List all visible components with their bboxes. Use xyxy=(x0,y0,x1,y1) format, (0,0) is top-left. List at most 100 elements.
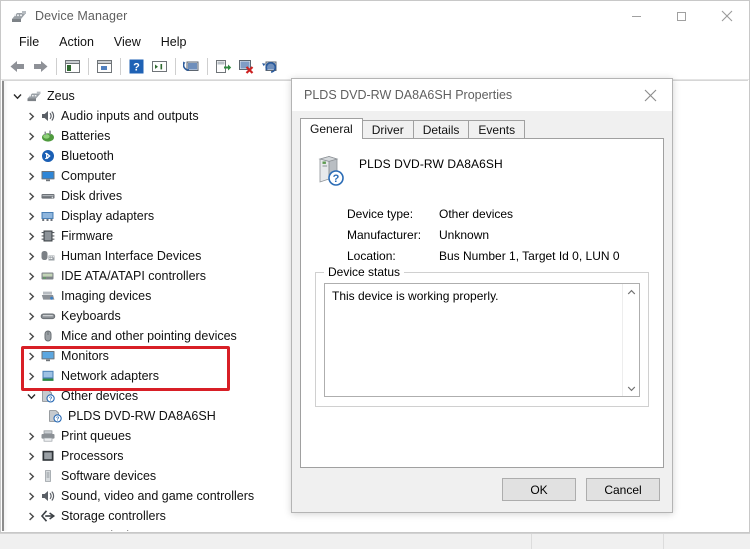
menu-view[interactable]: View xyxy=(105,33,150,51)
tab-events[interactable]: Events xyxy=(468,120,526,139)
toolbar-separator xyxy=(56,57,57,75)
tree-item-label: Batteries xyxy=(61,129,111,143)
toolbar-separator xyxy=(120,57,121,75)
chevron-right-icon[interactable] xyxy=(24,446,39,466)
chevron-right-icon[interactable] xyxy=(24,346,39,366)
device-type-value: Other devices xyxy=(439,206,514,221)
device-status-legend: Device status xyxy=(324,265,405,279)
chevron-down-icon[interactable] xyxy=(623,380,639,396)
storage-controller-icon xyxy=(39,506,57,526)
chevron-right-icon[interactable] xyxy=(24,126,39,146)
tab-driver[interactable]: Driver xyxy=(361,120,414,139)
dialog-close-button[interactable] xyxy=(628,79,672,111)
location-value: Bus Number 1, Target Id 0, LUN 0 xyxy=(439,248,620,263)
unknown-device-icon: ? xyxy=(39,386,57,406)
chevron-right-icon[interactable] xyxy=(24,366,39,386)
chevron-right-icon[interactable] xyxy=(24,106,39,126)
ok-button[interactable]: OK xyxy=(502,478,576,501)
tree-item-label: Keyboards xyxy=(61,309,121,323)
dialog-title: PLDS DVD-RW DA8A6SH Properties xyxy=(304,88,513,102)
computer-icon xyxy=(25,86,43,106)
battery-icon xyxy=(39,126,57,146)
chevron-right-icon[interactable] xyxy=(24,286,39,306)
show-hidden-devices-button[interactable] xyxy=(148,55,171,77)
window-title: Device Manager xyxy=(35,9,128,23)
manufacturer-value: Unknown xyxy=(439,227,490,242)
tree-item-label: Audio inputs and outputs xyxy=(61,109,199,123)
tree-item-system-devices[interactable]: System devices xyxy=(10,526,749,531)
device-status-scrollbar[interactable] xyxy=(622,284,639,396)
update-driver-button[interactable] xyxy=(93,55,116,77)
chevron-right-icon[interactable] xyxy=(24,266,39,286)
chevron-right-icon[interactable] xyxy=(24,166,39,186)
dialog-body: General Driver Details Events ? PLDS DVD… xyxy=(292,111,672,512)
chevron-right-icon[interactable] xyxy=(24,526,39,531)
properties-button[interactable] xyxy=(61,55,84,77)
close-button[interactable] xyxy=(704,1,749,31)
tab-general[interactable]: General xyxy=(300,118,363,139)
tree-item-label: Computer xyxy=(61,169,116,183)
device-type-label: Device type: xyxy=(347,206,414,221)
forward-button[interactable] xyxy=(29,55,52,77)
device-manager-icon xyxy=(10,8,28,24)
chevron-right-icon[interactable] xyxy=(24,186,39,206)
device-status-textarea[interactable]: This device is working properly. xyxy=(324,283,640,397)
chevron-right-icon[interactable] xyxy=(24,146,39,166)
chevron-right-icon[interactable] xyxy=(24,486,39,506)
back-button[interactable] xyxy=(6,55,29,77)
chevron-right-icon[interactable] xyxy=(24,306,39,326)
tab-details[interactable]: Details xyxy=(412,120,470,139)
chevron-down-icon[interactable] xyxy=(24,386,39,406)
uninstall-device-button[interactable] xyxy=(235,55,258,77)
tree-item-label: Software devices xyxy=(61,469,157,483)
tree-item-label: IDE ATA/ATAPI controllers xyxy=(61,269,206,283)
menu-file[interactable]: File xyxy=(10,33,48,51)
device-type-row: Device type: Other devices xyxy=(347,203,663,224)
status-bar-cell-main xyxy=(0,534,532,549)
chevron-right-icon[interactable] xyxy=(24,246,39,266)
toolbar-separator xyxy=(88,57,89,75)
properties-dialog: PLDS DVD-RW DA8A6SH Properties General D… xyxy=(291,78,673,513)
firmware-chip-icon xyxy=(39,226,57,246)
tree-item-label: Network adapters xyxy=(61,369,159,383)
chevron-right-icon[interactable] xyxy=(24,226,39,246)
tree-item-label: Firmware xyxy=(61,229,114,243)
chevron-up-icon[interactable] xyxy=(623,284,639,300)
minimize-button[interactable] xyxy=(614,1,659,31)
keyboard-icon xyxy=(39,306,57,326)
chevron-right-icon[interactable] xyxy=(24,206,39,226)
maximize-button[interactable] xyxy=(659,1,704,31)
help-button[interactable]: ? xyxy=(125,55,148,77)
tree-item-label: Processors xyxy=(61,449,124,463)
tree-item-label: Print queues xyxy=(61,429,132,443)
chevron-down-icon[interactable] xyxy=(10,86,25,106)
install-legacy-device-button[interactable] xyxy=(212,55,235,77)
network-adapter-icon xyxy=(39,366,57,386)
refresh-device-button[interactable] xyxy=(258,55,281,77)
monitor-icon xyxy=(39,526,57,531)
menu-action[interactable]: Action xyxy=(50,33,103,51)
toolbar: ? xyxy=(1,53,749,80)
dialog-tabs: General Driver Details Events xyxy=(300,118,526,139)
imaging-device-icon xyxy=(39,286,57,306)
cancel-button[interactable]: Cancel xyxy=(586,478,660,501)
toolbar-separator xyxy=(207,57,208,75)
tree-item-label: Bluetooth xyxy=(61,149,114,163)
hid-icon xyxy=(39,246,57,266)
general-tab-panel: ? PLDS DVD-RW DA8A6SH Device type: Other… xyxy=(300,138,664,468)
tree-item-label: Other devices xyxy=(61,389,139,403)
chevron-right-icon[interactable] xyxy=(24,426,39,446)
location-row: Location: Bus Number 1, Target Id 0, LUN… xyxy=(347,245,663,266)
device-name: PLDS DVD-RW DA8A6SH xyxy=(359,157,503,171)
title-bar: Device Manager xyxy=(1,1,749,31)
scan-hardware-changes-button[interactable] xyxy=(180,55,203,77)
chevron-right-icon[interactable] xyxy=(24,326,39,346)
chevron-right-icon[interactable] xyxy=(24,466,39,486)
menu-help[interactable]: Help xyxy=(152,33,196,51)
window-controls xyxy=(614,1,749,31)
processor-icon xyxy=(39,446,57,466)
manufacturer-row: Manufacturer: Unknown xyxy=(347,224,663,245)
status-bar-cell-secondary xyxy=(532,534,664,549)
printer-icon xyxy=(39,426,57,446)
chevron-right-icon[interactable] xyxy=(24,506,39,526)
